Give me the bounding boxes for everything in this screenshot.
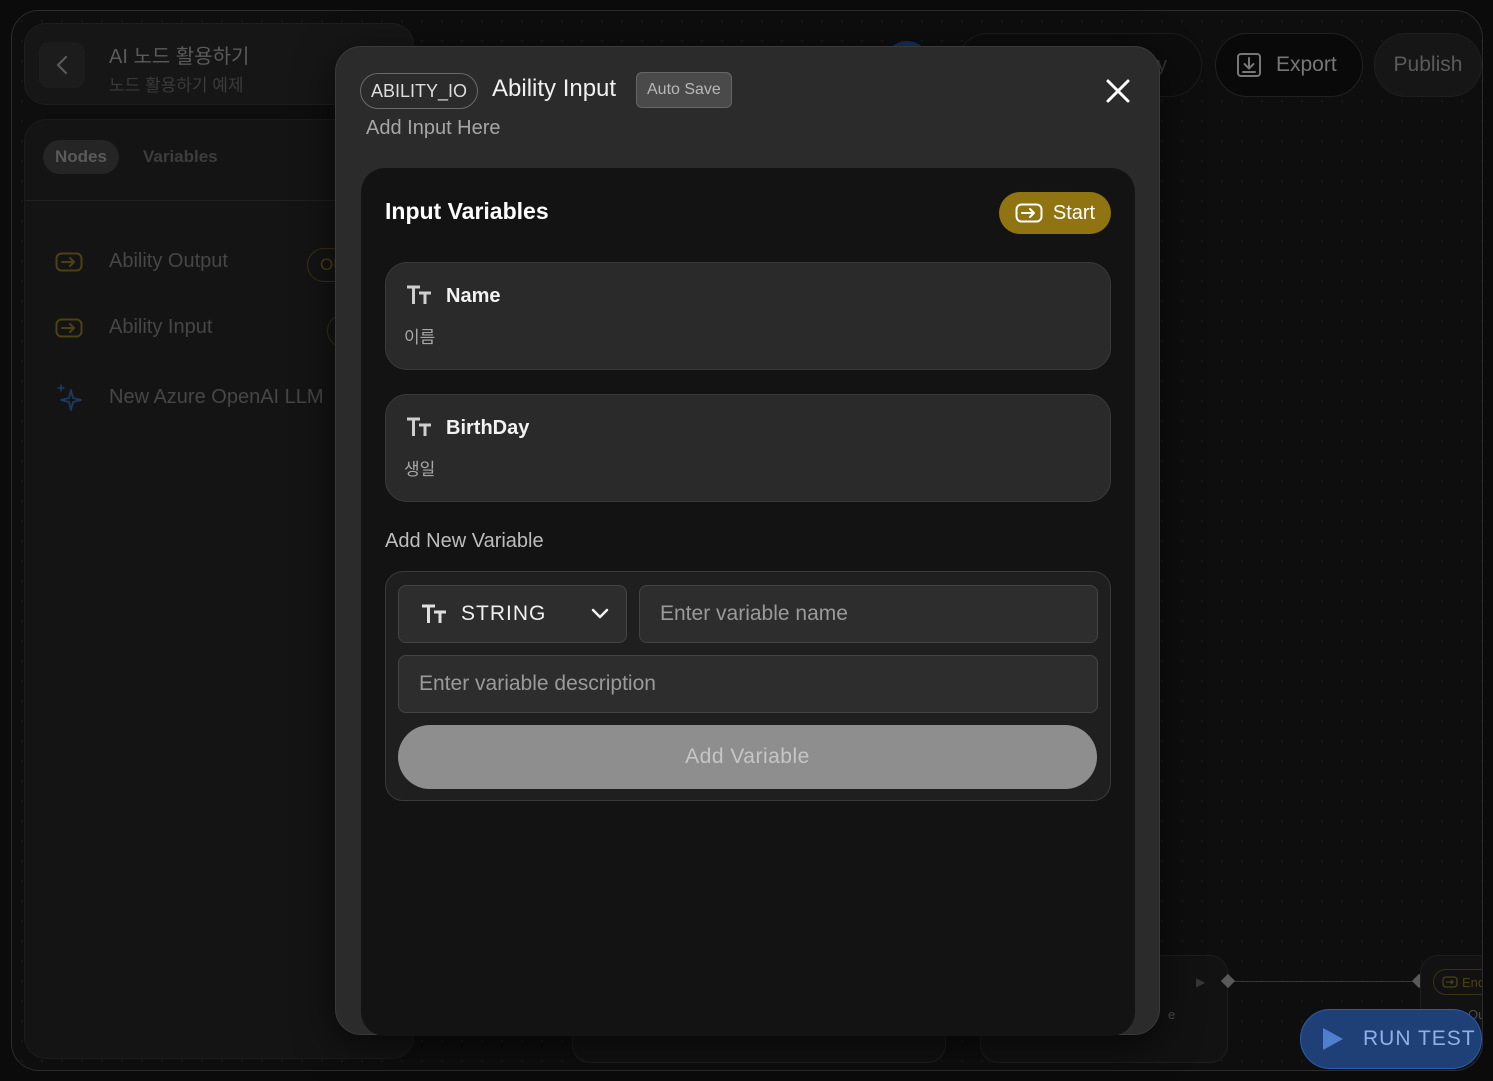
input-variables-panel: Input Variables Start Name 이름 BirthDay 생… — [361, 168, 1135, 1036]
add-variable-button[interactable]: Add Variable — [398, 725, 1097, 789]
modal-subtitle[interactable]: Add Input Here — [366, 117, 501, 140]
start-label: Start — [1052, 201, 1096, 224]
play-icon — [1323, 1028, 1343, 1050]
node-editor-modal: ABILITY_IO Ability Input Auto Save Add I… — [335, 46, 1160, 1036]
variable-description: 이름 — [404, 328, 436, 347]
variable-card[interactable]: BirthDay 생일 — [385, 394, 1111, 502]
run-test-label: RUN TEST — [1363, 1027, 1476, 1050]
panel-title: Input Variables — [385, 198, 549, 224]
modal-title[interactable]: Ability Input — [492, 75, 616, 103]
text-type-icon — [422, 604, 446, 623]
variable-description-input[interactable] — [398, 655, 1098, 713]
type-select-value: STRING — [461, 602, 547, 625]
variable-description: 생일 — [404, 460, 436, 479]
start-chip: Start — [999, 192, 1111, 234]
io-arrow-icon — [1015, 203, 1043, 223]
variable-name: Name — [446, 285, 501, 307]
close-icon — [1106, 79, 1130, 103]
variable-type-select[interactable]: STRING — [398, 585, 627, 643]
variable-name-input[interactable] — [639, 585, 1098, 643]
add-variable-section-label: Add New Variable — [385, 530, 544, 552]
text-type-icon — [407, 417, 431, 436]
run-test-button[interactable]: RUN TEST — [1300, 1009, 1482, 1069]
chevron-down-icon — [591, 608, 609, 619]
node-type-chip: ABILITY_IO — [360, 73, 479, 109]
add-variable-form: STRING Add Variable — [385, 571, 1111, 801]
variable-name: BirthDay — [446, 417, 530, 439]
variable-card[interactable]: Name 이름 — [385, 262, 1111, 370]
autosave-badge: Auto Save — [636, 72, 732, 108]
close-button[interactable] — [1100, 73, 1136, 109]
text-type-icon — [407, 285, 431, 304]
